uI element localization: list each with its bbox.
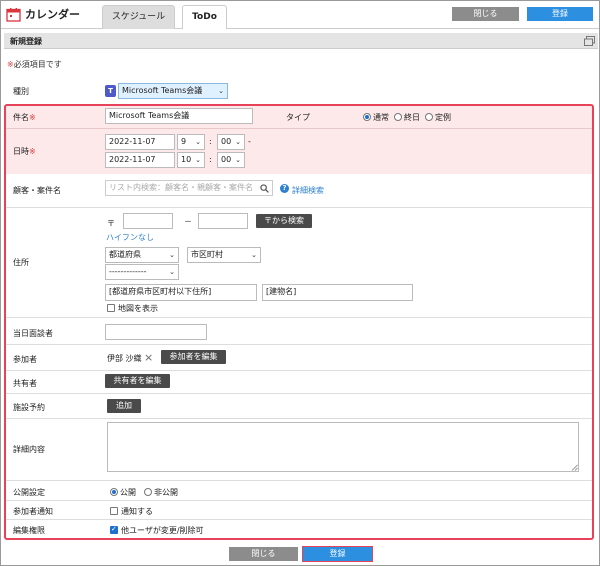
top-bar: カレンダー スケジュール ToDo 閉じる 登録 <box>1 1 599 29</box>
teams-icon: T <box>105 85 116 97</box>
tab-todo[interactable]: ToDo <box>182 5 227 29</box>
chevron-down-icon: ⌄ <box>218 87 224 95</box>
required-note: ※必須項目です <box>7 59 62 70</box>
close-button-bottom[interactable]: 閉じる <box>229 547 298 561</box>
form-header: 新規登録 <box>4 33 598 49</box>
register-button-bottom[interactable]: 登録 <box>302 546 373 562</box>
app-title: カレンダー <box>25 8 80 21</box>
register-button-top[interactable]: 登録 <box>527 7 593 21</box>
tab-schedule[interactable]: スケジュール <box>102 5 175 29</box>
form-title: 新規登録 <box>10 37 42 46</box>
required-mark: ※ <box>7 60 14 69</box>
calendar-icon <box>6 8 21 22</box>
popout-window-icon[interactable] <box>584 36 595 46</box>
type-select[interactable]: Microsoft Teams会議 ⌄ <box>118 83 228 99</box>
type-select-value: Microsoft Teams会議 <box>122 86 203 95</box>
close-button-top[interactable]: 閉じる <box>452 7 519 21</box>
calendar-window: カレンダー スケジュール ToDo 閉じる 登録 新規登録 ※必須項目です 種別… <box>0 0 600 566</box>
required-note-text: 必須項目です <box>13 60 62 69</box>
type-label: 種別 <box>13 87 29 96</box>
form-highlight-frame <box>4 104 594 540</box>
